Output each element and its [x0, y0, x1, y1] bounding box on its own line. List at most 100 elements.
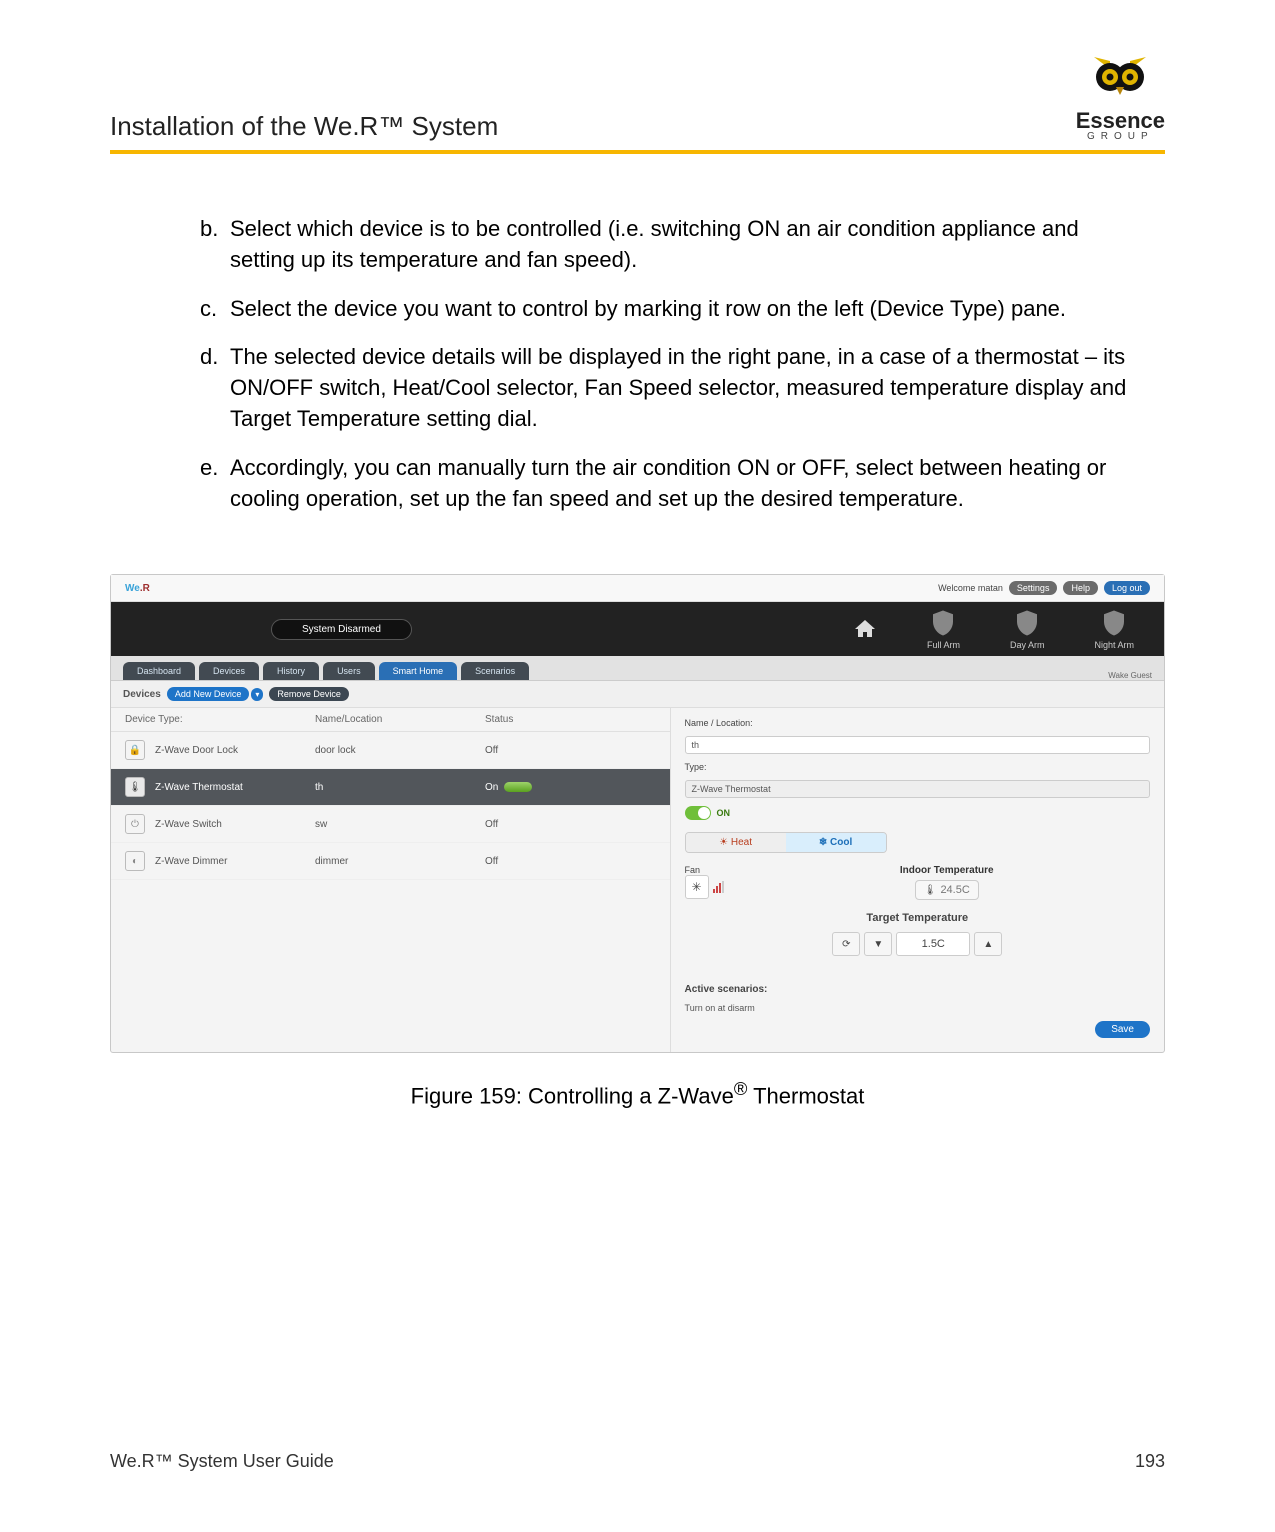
tab-smart-home[interactable]: Smart Home — [379, 662, 458, 680]
fan-speed-indicator[interactable] — [713, 881, 724, 893]
owl-icon — [1076, 55, 1165, 110]
list-marker: c. — [200, 294, 230, 325]
power-toggle[interactable]: ON — [685, 806, 1150, 820]
tab-users[interactable]: Users — [323, 662, 375, 680]
power-state-label: ON — [717, 808, 731, 818]
device-row-dimmer[interactable]: ◐ Z-Wave Dimmer dimmer Off — [111, 843, 670, 880]
list-text: Select which device is to be controlled … — [230, 214, 1135, 276]
fan-label: Fan — [685, 865, 724, 875]
device-name: Z-Wave Door Lock — [155, 745, 315, 756]
device-row-doorlock[interactable]: 🔒 Z-Wave Door Lock door lock Off — [111, 732, 670, 769]
help-button[interactable]: Help — [1063, 581, 1098, 595]
name-location-label: Name / Location: — [685, 718, 1150, 728]
embedded-screenshot: We.R Welcome matan Settings Help Log out… — [110, 574, 1165, 1053]
app-topbar: We.R Welcome matan Settings Help Log out — [111, 575, 1164, 602]
list-marker: e. — [200, 453, 230, 515]
thermostat-icon: 🌡 — [125, 777, 145, 797]
col-type: Device Type: — [125, 714, 315, 725]
list-text: Accordingly, you can manually turn the a… — [230, 453, 1135, 515]
instruction-b: b. Select which device is to be controll… — [200, 214, 1135, 276]
dimmer-icon: ◐ — [125, 851, 145, 871]
instruction-e: e. Accordingly, you can manually turn th… — [200, 453, 1135, 515]
device-column-header: Device Type: Name/Location Status — [111, 708, 670, 732]
indoor-temp-value: 24.5C — [940, 884, 969, 896]
thermometer-icon: 🌡 — [924, 885, 937, 896]
device-status: On — [485, 782, 656, 793]
cool-option[interactable]: ❄ Cool — [786, 833, 886, 852]
night-arm-option[interactable]: Night Arm — [1094, 608, 1134, 650]
arm-bar: System Disarmed Full Arm Day Arm Night A… — [111, 602, 1164, 656]
heat-option[interactable]: ☀ Heat — [686, 833, 786, 852]
on-indicator-icon — [504, 782, 532, 792]
switch-icon: ⏻ — [125, 814, 145, 834]
temp-decrease-button[interactable]: ▼ — [864, 932, 892, 956]
heat-cool-selector[interactable]: ☀ Heat ❄ Cool — [685, 832, 887, 853]
footer-doc-title: We.R™ System User Guide — [110, 1451, 334, 1472]
app-logo: We.R — [125, 583, 150, 594]
list-marker: d. — [200, 342, 230, 434]
arm-opt-label: Night Arm — [1094, 640, 1134, 650]
device-row-thermostat[interactable]: 🌡 Z-Wave Thermostat th On — [111, 769, 670, 806]
page-header-title: Installation of the We.R™ System — [110, 111, 498, 142]
list-marker: b. — [200, 214, 230, 276]
refresh-button[interactable]: ⟳ — [832, 932, 860, 956]
logout-button[interactable]: Log out — [1104, 581, 1150, 595]
list-text: The selected device details will be disp… — [230, 342, 1135, 434]
col-name: Name/Location — [315, 714, 485, 725]
list-text: Select the device you want to control by… — [230, 294, 1135, 325]
header-rule — [110, 150, 1165, 154]
home-arm-option[interactable] — [853, 617, 877, 641]
arm-opt-label: Full Arm — [927, 640, 960, 650]
wake-guest-link[interactable]: Wake Guest — [1108, 671, 1152, 680]
tab-history[interactable]: History — [263, 662, 319, 680]
device-row-switch[interactable]: ⏻ Z-Wave Switch sw Off — [111, 806, 670, 843]
device-name: Z-Wave Dimmer — [155, 856, 315, 867]
figure-caption: Figure 159: Controlling a Z-Wave® Thermo… — [110, 1078, 1165, 1109]
day-arm-option[interactable]: Day Arm — [1010, 608, 1045, 650]
device-status: Off — [485, 819, 656, 830]
device-location: th — [315, 782, 485, 793]
sub-devices-label: Devices — [123, 689, 161, 700]
type-label: Type: — [685, 762, 1150, 772]
device-list-panel: Device Type: Name/Location Status 🔒 Z-Wa… — [111, 708, 670, 1052]
brand-logo: Essence GROUP — [1076, 55, 1165, 142]
col-status: Status — [485, 714, 656, 725]
device-location: sw — [315, 819, 485, 830]
device-status: Off — [485, 856, 656, 867]
device-name: Z-Wave Thermostat — [155, 782, 315, 793]
target-temp-spinner: ⟳ ▼ 1.5C ▲ — [685, 932, 1150, 956]
welcome-text: Welcome matan — [938, 583, 1003, 593]
save-button[interactable]: Save — [1095, 1021, 1150, 1038]
lock-icon: 🔒 — [125, 740, 145, 760]
logo-part: We — [125, 583, 140, 594]
instruction-c: c. Select the device you want to control… — [200, 294, 1135, 325]
device-detail-panel: Name / Location: th Type: Z-Wave Thermos… — [670, 708, 1164, 1052]
main-tabs: Dashboard Devices History Users Smart Ho… — [111, 656, 1164, 681]
device-location: door lock — [315, 745, 485, 756]
name-location-input[interactable]: th — [685, 736, 1150, 754]
tab-devices[interactable]: Devices — [199, 662, 259, 680]
fan-icon[interactable]: ✳ — [685, 875, 709, 899]
device-status: Off — [485, 745, 656, 756]
type-value: Z-Wave Thermostat — [685, 780, 1150, 798]
tab-dashboard[interactable]: Dashboard — [123, 662, 195, 680]
arm-opt-label: Day Arm — [1010, 640, 1045, 650]
temp-increase-button[interactable]: ▲ — [974, 932, 1002, 956]
add-device-chevron-icon[interactable]: ▾ — [251, 688, 263, 701]
full-arm-option[interactable]: Full Arm — [927, 608, 960, 650]
device-name: Z-Wave Switch — [155, 819, 315, 830]
device-subbar: Devices Add New Device ▾ Remove Device — [111, 681, 1164, 708]
footer-page-number: 193 — [1135, 1451, 1165, 1472]
active-scenarios-label: Active scenarios: — [685, 984, 1150, 995]
instruction-d: d. The selected device details will be d… — [200, 342, 1135, 434]
arm-status-label: System Disarmed — [271, 619, 412, 640]
brand-name: Essence — [1076, 110, 1165, 132]
device-location: dimmer — [315, 856, 485, 867]
remove-device-button[interactable]: Remove Device — [269, 687, 349, 701]
add-device-button[interactable]: Add New Device — [167, 687, 250, 701]
settings-button[interactable]: Settings — [1009, 581, 1058, 595]
indoor-temp-label: Indoor Temperature — [744, 865, 1150, 876]
logo-part: .R — [140, 583, 150, 594]
target-temp-value[interactable]: 1.5C — [896, 932, 970, 956]
tab-scenarios[interactable]: Scenarios — [461, 662, 529, 680]
